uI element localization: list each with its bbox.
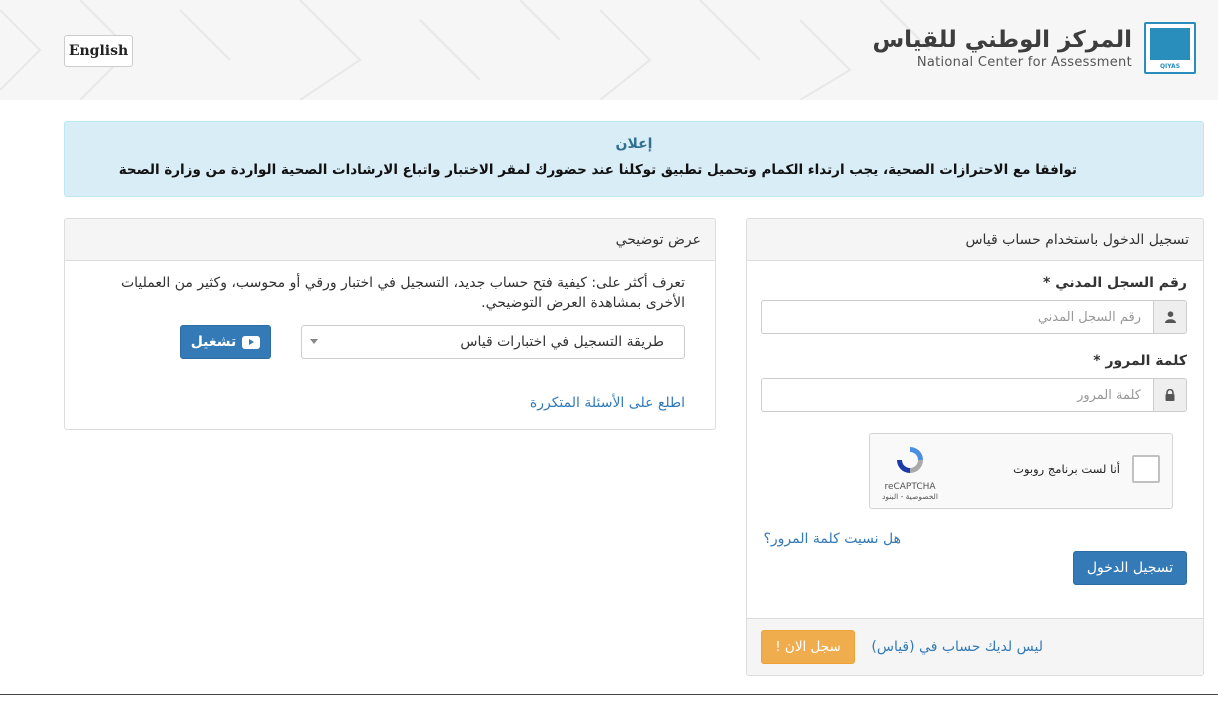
demo-panel-heading: عرض توضيحي <box>65 219 715 261</box>
play-button-label: تشغيل <box>190 334 237 350</box>
login-panel-heading: تسجيل الدخول باستخدام حساب قياس <box>747 219 1203 261</box>
password-group <box>761 378 1187 412</box>
logo[interactable]: المركز الوطني للقياس National Center for… <box>872 20 1196 76</box>
lock-icon <box>1153 378 1187 412</box>
recaptcha-widget: أنا لست برنامج روبوت reCAPTCHA الخصوصية … <box>869 433 1173 509</box>
logo-text: المركز الوطني للقياس National Center for… <box>872 25 1132 71</box>
play-button[interactable]: تشغيل <box>180 325 271 359</box>
demo-select-value: طريقة التسجيل في اختبارات قياس <box>460 334 664 350</box>
recaptcha-links[interactable]: الخصوصية - البنود <box>880 492 940 501</box>
site-header: English المركز الوطني للقياس National Ce… <box>0 0 1218 100</box>
logo-title-en: National Center for Assessment <box>916 55 1132 70</box>
id-number-input[interactable] <box>761 300 1153 334</box>
user-icon <box>1153 300 1187 334</box>
register-now-button[interactable]: سجل الان ! <box>761 630 855 664</box>
announcement-text: توافقا مع الاحترازات الصحية، يجب ارتداء … <box>118 162 1077 178</box>
forgot-password-link[interactable]: هل نسيت كلمة المرور؟ <box>763 531 901 547</box>
id-number-label: رقم السجل المدني * <box>1043 275 1187 291</box>
announcement-title: إعلان <box>615 136 653 152</box>
password-label: كلمة المرور * <box>1093 353 1187 369</box>
chevron-down-icon <box>310 339 318 344</box>
login-button[interactable]: تسجيل الدخول <box>1073 551 1187 585</box>
id-number-group <box>761 300 1187 334</box>
faq-link[interactable]: اطلع على الأسئلة المتكررة <box>530 395 685 411</box>
bottom-divider <box>0 694 1218 695</box>
recaptcha-brand: reCAPTCHA الخصوصية - البنود <box>880 444 940 501</box>
recaptcha-checkbox[interactable] <box>1132 455 1160 483</box>
no-account-text[interactable]: ليس لديك حساب في (قياس) <box>871 639 1043 655</box>
qiyas-logo-icon: QIYAS <box>1144 22 1196 74</box>
recaptcha-brand-text: reCAPTCHA <box>884 482 936 492</box>
recaptcha-label: أنا لست برنامج روبوت <box>1013 462 1120 476</box>
demo-panel: عرض توضيحي تعرف أكثر على: كيفية فتح حساب… <box>64 218 716 430</box>
english-language-button[interactable]: English <box>64 35 133 67</box>
demo-video-select[interactable]: طريقة التسجيل في اختبارات قياس <box>301 325 685 359</box>
logo-caption: QIYAS <box>1159 63 1181 70</box>
recaptcha-icon <box>897 447 923 473</box>
youtube-play-icon <box>242 335 261 349</box>
announcement-alert: إعلان توافقا مع الاحترازات الصحية، يجب ا… <box>64 121 1204 197</box>
login-panel-footer: ليس لديك حساب في (قياس) سجل الان ! <box>747 618 1203 675</box>
logo-title-ar: المركز الوطني للقياس <box>872 27 1132 53</box>
login-panel: تسجيل الدخول باستخدام حساب قياس رقم السج… <box>746 218 1204 676</box>
password-input[interactable] <box>761 378 1153 412</box>
demo-description: تعرف أكثر على: كيفية فتح حساب جديد، التس… <box>120 275 685 311</box>
